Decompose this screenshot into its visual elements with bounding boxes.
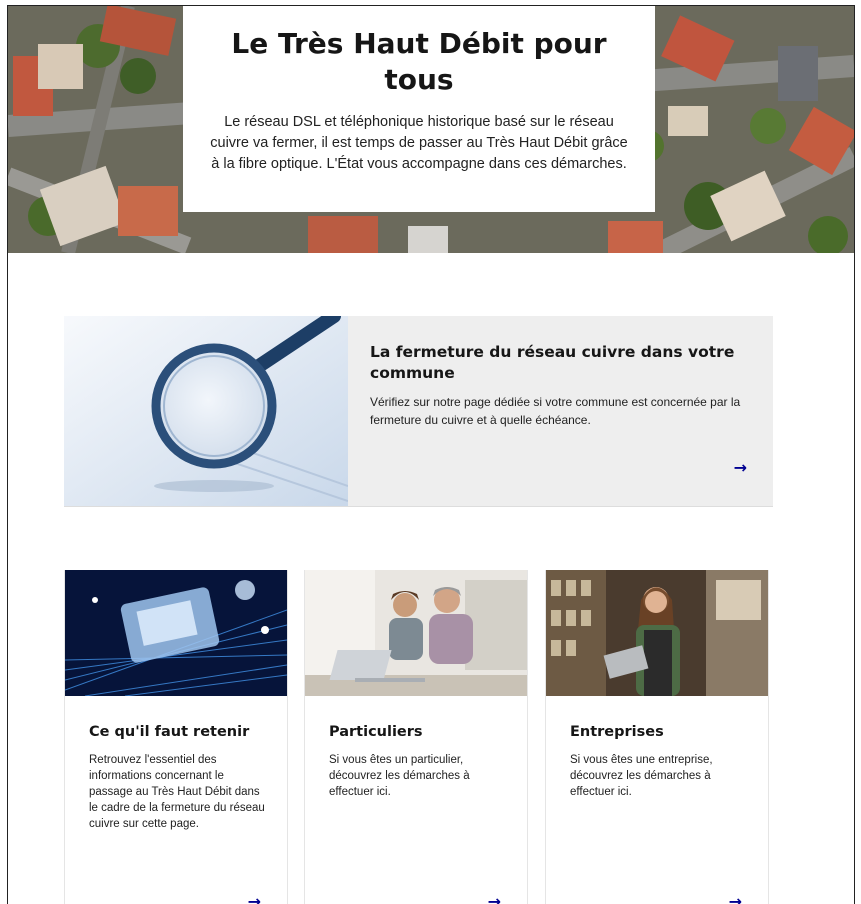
arrow-right-icon[interactable]: → (734, 460, 747, 476)
card-title[interactable]: Particuliers (329, 722, 511, 742)
feature-description: Vérifiez sur notre page dédiée si votre … (370, 395, 741, 427)
card-description: Si vous êtes une entreprise, découvrez l… (570, 754, 713, 798)
shop-owner-image (546, 570, 768, 696)
couple-laptop-image (305, 570, 527, 696)
arrow-right-icon[interactable]: → (729, 894, 742, 904)
page-frame: Le Très Haut Débit pour tous Le réseau D… (7, 5, 855, 904)
arrow-right-icon[interactable]: → (248, 894, 261, 904)
hero-banner: Le Très Haut Débit pour tous Le réseau D… (8, 6, 854, 253)
card-title[interactable]: Ce qu'il faut retenir (89, 722, 271, 742)
hero-card: Le Très Haut Débit pour tous Le réseau D… (183, 6, 655, 212)
card-ce-quil-faut-retenir[interactable]: Ce qu'il faut retenir Retrouvez l'essent… (64, 570, 288, 904)
arrow-right-icon[interactable]: → (488, 894, 501, 904)
fiber-cable-image (65, 570, 287, 696)
card-title[interactable]: Entreprises (570, 722, 752, 742)
magnifying-glass-image (64, 316, 348, 506)
card-particuliers[interactable]: Particuliers Si vous êtes un particulier… (304, 570, 528, 904)
card-description: Si vous êtes un particulier, découvrez l… (329, 754, 470, 798)
card-description: Retrouvez l'essentiel des informations c… (89, 754, 265, 830)
hero-title: Le Très Haut Débit pour tous (231, 27, 607, 96)
feature-body: La fermeture du réseau cuivre dans votre… (370, 342, 750, 429)
feature-card-commune[interactable]: La fermeture du réseau cuivre dans votre… (64, 316, 773, 507)
feature-title[interactable]: La fermeture du réseau cuivre dans votre… (370, 342, 750, 384)
card-entreprises[interactable]: Entreprises Si vous êtes une entreprise,… (545, 570, 769, 904)
hero-description: Le réseau DSL et téléphonique historique… (210, 114, 628, 172)
